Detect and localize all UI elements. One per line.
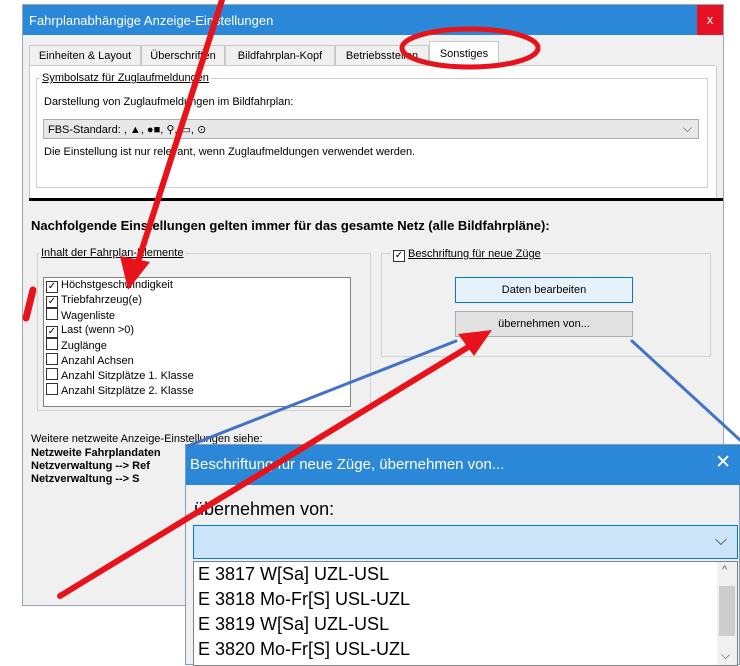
annotation-arrow: [57, 343, 473, 599]
arrow-head: [120, 256, 150, 290]
annotation-mark: [22, 286, 37, 322]
highlight-ellipse: [399, 26, 541, 70]
connector-line: [630, 339, 740, 442]
annotation-overlay: [22, 0, 740, 599]
connector-line: [186, 339, 458, 448]
annotation-arrow: [133, 0, 225, 271]
